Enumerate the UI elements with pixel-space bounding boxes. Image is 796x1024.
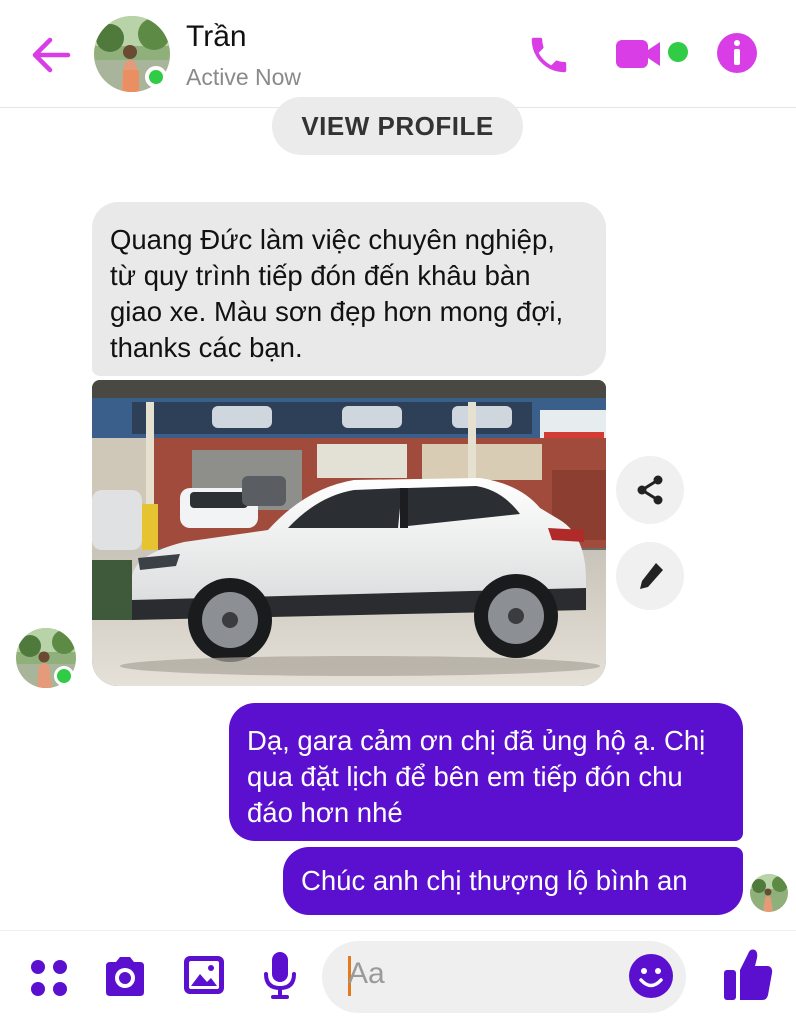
four-dots-icon[interactable] <box>28 957 70 999</box>
image-icon[interactable] <box>182 954 226 996</box>
back-arrow-icon[interactable] <box>26 30 76 80</box>
sender-online-indicator <box>54 666 74 686</box>
video-camera-icon[interactable] <box>614 36 664 72</box>
seen-receipt-avatar <box>750 874 788 912</box>
pencil-icon <box>640 563 663 589</box>
microphone-icon[interactable] <box>262 950 298 1000</box>
smiley-icon[interactable] <box>628 953 674 999</box>
info-icon[interactable] <box>716 32 758 74</box>
view-profile-button[interactable]: VIEW PROFILE <box>272 97 523 155</box>
share-icon <box>637 475 663 505</box>
camera-icon[interactable] <box>102 954 148 998</box>
received-photo[interactable] <box>92 380 606 686</box>
message-input-placeholder: Aa <box>348 957 385 990</box>
edit-button[interactable] <box>616 542 684 610</box>
sent-message[interactable]: Chúc anh chị thượng lộ bình an <box>283 847 743 915</box>
conversation-header: Trần Active Now <box>0 0 796 108</box>
received-message[interactable]: Quang Đức làm việc chuyên nghiệp, từ quy… <box>92 202 606 376</box>
online-indicator <box>145 66 167 88</box>
sent-message[interactable]: Dạ, gara cảm ơn chị đã ủng hộ ạ. Chị qua… <box>229 703 743 841</box>
active-status: Active Now <box>186 64 302 90</box>
share-button[interactable] <box>616 456 684 524</box>
contact-name[interactable]: Trần <box>186 20 247 54</box>
thumbs-up-icon[interactable] <box>722 946 774 1002</box>
phone-icon[interactable] <box>526 32 572 78</box>
video-active-dot <box>668 42 688 62</box>
